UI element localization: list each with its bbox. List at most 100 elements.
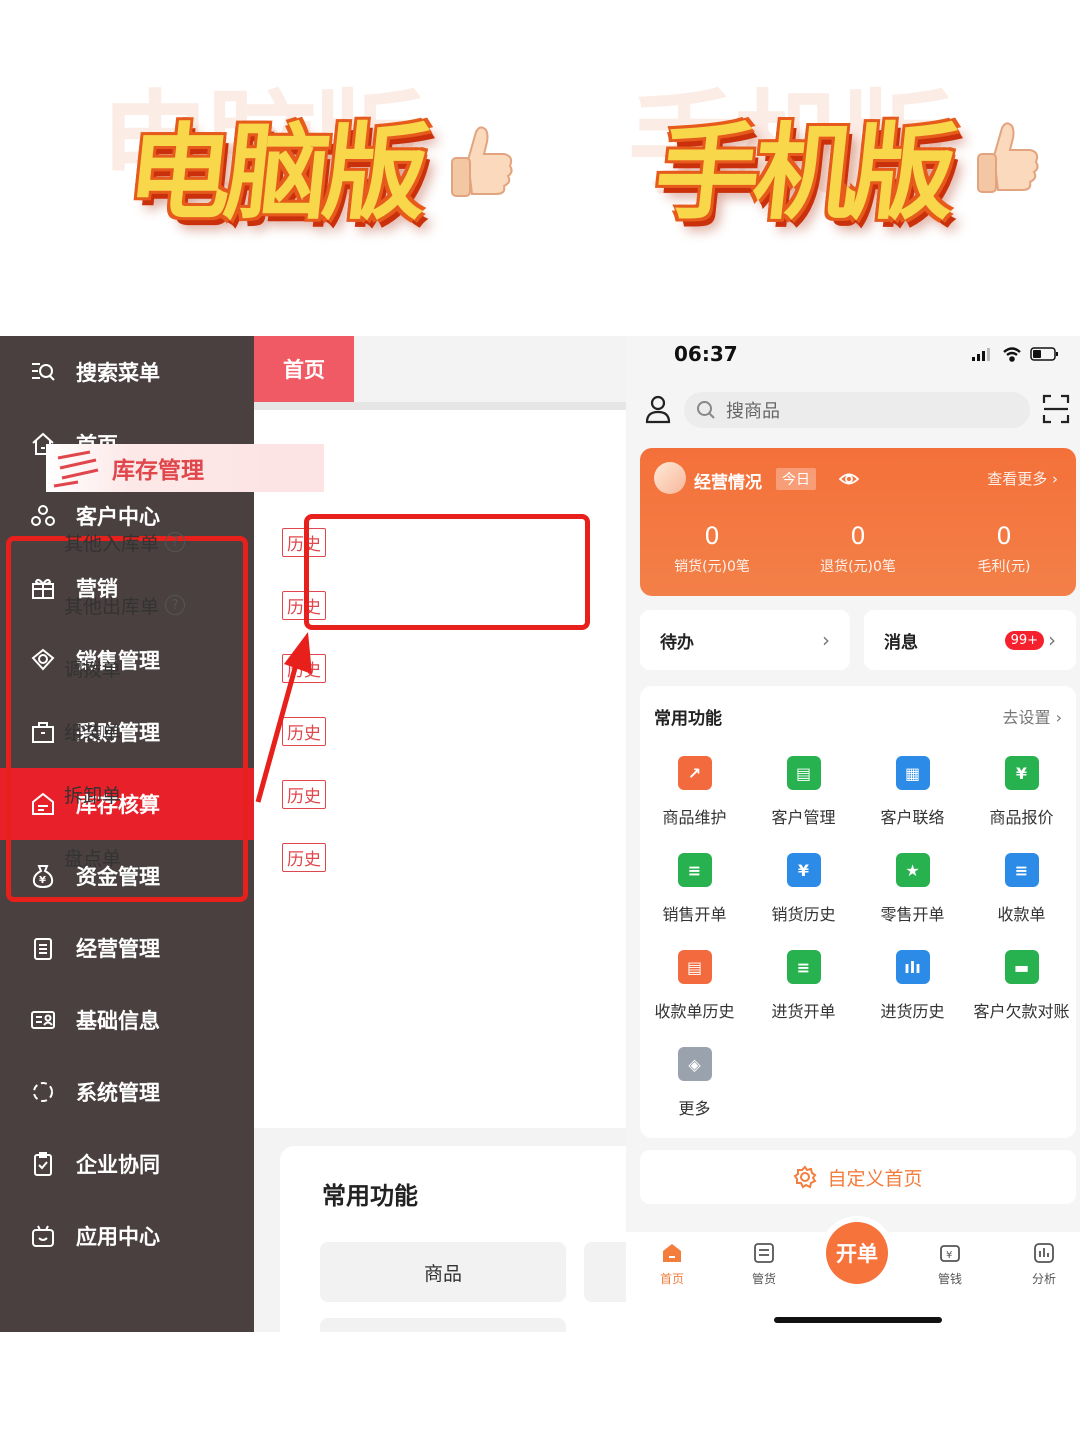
tab-money[interactable]: ¥ 管钱 [910,1240,990,1287]
sidebar-item-app-center[interactable]: 应用中心 [0,1200,254,1272]
function-label: 收款单 [997,905,1046,924]
menu-row-label: 调拨单 [64,658,122,681]
business-overview-card[interactable]: 经营情况 今日 查看更多 › 0 销货(元)0笔 0 退货(元)0笔 0 毛利(… [640,448,1076,596]
banner-right-title: 手机版 [649,112,957,234]
money-bag-icon: ¥ [28,861,58,891]
function-item[interactable]: ▦ 客户联络 [858,752,967,842]
function-label: 客户管理 [771,808,836,827]
tab-strip [254,402,626,410]
inventory-brush-icon [53,450,99,488]
message-card[interactable]: 消息 99+ › [864,610,1076,670]
functions-title: 常用功能 [654,709,722,729]
desktop-screenshot: 搜索菜单 首页 客户中心 营销 销售管理 采购管理 库存核算 ¥ 资金管理 [0,336,626,1332]
go-settings-link[interactable]: 去设置 › [1003,704,1063,728]
common-button-partial[interactable] [584,1242,626,1302]
view-more-link[interactable]: 查看更多 › [987,468,1058,489]
menu-row-stocktake[interactable]: 盘点单 历史 [64,837,326,877]
stat-label: 毛利(元) [977,559,1031,575]
pointer-arrow-icon [255,632,312,803]
function-item[interactable]: ≡ 收款单 [967,849,1076,939]
submenu-highlight-box [304,514,590,630]
tab-home[interactable]: 首页 [254,336,354,402]
function-icon: ★ [895,853,930,887]
function-item[interactable]: ≡ 进货开单 [749,946,858,1036]
sidebar-item-system[interactable]: 系统管理 [0,1056,254,1128]
create-order-button[interactable]: 开单 [826,1222,888,1284]
analysis-tab-icon [1031,1240,1057,1266]
function-item[interactable]: ★ 零售开单 [858,849,967,939]
function-item[interactable]: ↗ 商品维护 [640,752,749,842]
menu-row-other-inbound[interactable]: 其他入库单? 历史 [64,522,326,562]
tab-label: 管钱 [937,1272,962,1286]
eye-icon[interactable] [838,470,860,488]
function-item[interactable]: ▤ 收款单历史 [640,946,749,1036]
function-icon: ¥ [786,853,821,887]
sidebar-item-label: 基础信息 [76,1009,160,1033]
function-item[interactable]: ▬ 客户欠款对账 [967,946,1076,1036]
status-icons [972,346,1060,362]
stat-value: 0 [704,522,720,550]
clipboard-icon [28,933,58,963]
user-icon[interactable] [644,394,672,424]
sales-icon [28,645,58,675]
function-label: 商品维护 [662,808,727,827]
help-icon[interactable]: ? [165,595,186,615]
tab-analysis[interactable]: 分析 [1004,1240,1080,1287]
goods-tab-icon [751,1240,777,1266]
function-item[interactable]: ≡ 销售开单 [640,849,749,939]
tab-home[interactable]: 首页 [632,1240,712,1287]
search-placeholder: 搜商品 [726,401,780,422]
sidebar-item-basic-info[interactable]: 基础信息 [0,984,254,1056]
function-item[interactable]: ılı 进货历史 [858,946,967,1036]
scan-icon[interactable] [1042,394,1070,424]
signal-icon [972,348,990,361]
chevron-right-icon: › [822,628,830,652]
search-menu-icon [28,357,58,387]
search-input[interactable]: 搜商品 [684,392,1030,428]
common-functions-title: 常用功能 [322,1182,418,1210]
function-icon: ◈ [677,1047,712,1081]
stat-profit: 0 毛利(元) [934,522,1074,576]
tab-goods[interactable]: 管货 [724,1240,804,1287]
purchase-icon [28,717,58,747]
function-item[interactable]: ▤ 客户管理 [749,752,858,842]
search-icon [696,400,716,420]
function-label: 更多 [678,1099,711,1118]
help-icon[interactable]: ? [165,532,186,552]
menu-row-label: 拆卸单 [64,784,122,807]
sidebar-item-label: 搜索菜单 [76,361,160,385]
customize-home-button[interactable]: 自定义首页 [640,1150,1076,1204]
function-item[interactable]: ◈ 更多 [640,1043,749,1133]
sidebar-item-label: 企业协同 [76,1153,160,1177]
function-item[interactable]: ¥ 销货历史 [749,849,858,939]
home-tab-icon [659,1240,685,1266]
function-label: 进货历史 [880,1002,945,1021]
function-item[interactable]: ¥ 商品报价 [967,752,1076,842]
view-more-label: 查看更多 [987,470,1048,488]
common-button-partial[interactable] [320,1318,566,1332]
inventory-icon [28,789,58,819]
function-icon: ▤ [786,756,821,790]
message-badge: 99+ [1004,630,1044,650]
sidebar-item-search-menu[interactable]: 搜索菜单 [0,336,254,408]
sidebar-item-label: 应用中心 [76,1225,160,1249]
message-label: 消息 [884,632,918,653]
sidebar-item-collaboration[interactable]: 企业协同 [0,1128,254,1200]
sidebar-item-label: 系统管理 [76,1081,160,1105]
function-icon: ılı [895,950,930,984]
status-time: 06:37 [674,342,738,366]
function-icon: ≡ [677,853,712,887]
today-badge[interactable]: 今日 [776,468,816,490]
history-button[interactable]: 历史 [282,842,326,872]
svg-text:¥: ¥ [39,875,46,886]
todo-card[interactable]: 待办 › [640,610,850,670]
sidebar-item-label: 经营管理 [76,937,160,961]
function-label: 进货开单 [771,1002,836,1021]
stat-value: 0 [996,522,1012,550]
sidebar-item-business[interactable]: 经营管理 [0,912,254,984]
common-goods-button[interactable]: 商品 [320,1242,566,1302]
tab-label: 管货 [751,1272,776,1286]
function-icon: ≡ [786,950,821,984]
menu-row-other-outbound[interactable]: 其他出库单? 历史 [64,585,326,625]
function-label: 收款单历史 [654,1002,735,1021]
